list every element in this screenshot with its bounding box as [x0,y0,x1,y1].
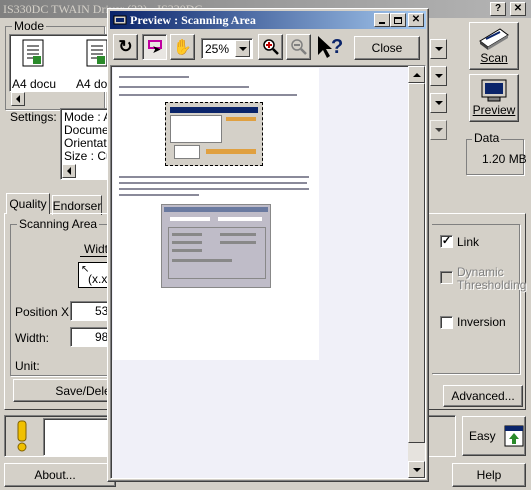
document-icon [86,39,108,67]
data-label: Data [472,131,502,145]
position-x-label: Position X: [15,305,73,319]
link-checkbox[interactable]: ✓ [440,235,453,248]
mode-scroll-left[interactable] [11,92,25,106]
data-value: 1.20 MB [482,152,527,166]
help-button[interactable]: Help [452,463,526,487]
close-icon[interactable]: ✕ [408,13,424,27]
dropdown-arrow[interactable] [430,120,447,140]
zoom-in-icon[interactable] [258,34,283,60]
mode-item[interactable]: A4 docu [12,37,58,91]
maximize-icon[interactable] [390,13,406,27]
width-label: Widt [84,242,108,256]
inversion-label: Inversion [457,315,506,329]
scroll-down-icon[interactable] [408,461,425,478]
checkmark-icon: ✓ [441,235,452,247]
easy-button[interactable]: Easy [462,416,526,456]
screenshot-thumbnail [165,102,263,166]
close-button[interactable]: Close [354,36,420,60]
dropdown-arrow[interactable] [430,93,447,113]
select-area-icon[interactable]: ➤ [142,34,167,60]
preview-page[interactable] [113,68,319,360]
width-field-label: Width: [15,331,50,345]
mode-item-label: A4 docu [76,77,108,91]
preview-toolbar: ↻ ➤ ✋ 25% ? Close [110,31,426,65]
context-help-icon[interactable]: ? [314,33,344,61]
monitor-icon [481,79,507,102]
settings-scroll-left[interactable] [62,164,76,178]
preview-window: Preview : Scanning Area ✕ ↻ ➤ ✋ 25% ? Cl… [107,8,429,482]
chevron-down-icon[interactable] [235,40,250,57]
easy-mode-icon [504,425,524,447]
settings-line: Orientatio [64,136,112,150]
settings-line: Size : Cu [64,149,112,163]
hand-pan-icon[interactable]: ✋ [170,34,195,60]
settings-line: Mode : A [64,110,112,124]
mode-label: Mode [12,19,47,33]
document-icon [22,39,44,67]
preview-title: Preview : Scanning Area [130,13,256,27]
close-icon[interactable]: ✕ [510,2,526,16]
preview-title-bar[interactable]: Preview : Scanning Area ✕ [110,11,426,29]
link-label: Link [457,235,480,249]
width-arrow [80,256,110,257]
dialog-thumbnail [161,204,271,288]
dropdown-arrow[interactable] [430,39,447,59]
minimize-icon[interactable] [374,13,390,27]
tab-endorser[interactable]: Endorser [52,195,102,215]
settings-line: Documen [64,123,112,137]
message-box [43,418,113,456]
save-delete-button[interactable]: Save/Dele [13,379,113,402]
mode-list[interactable]: A4 docu A4 docu [9,34,109,92]
mode-item-label: A4 docu [12,77,57,91]
app-icon [113,15,127,25]
dynamic-thresholding-checkbox[interactable] [440,271,453,284]
dropdown-arrow[interactable] [430,66,447,86]
zoom-select[interactable]: 25% [201,38,253,59]
size-value: (x.x [88,272,108,286]
zoom-out-icon[interactable] [286,34,311,60]
vertical-scrollbar[interactable] [408,66,425,478]
advanced-button[interactable]: Advanced... [443,385,523,407]
scroll-thumb[interactable] [408,83,425,443]
exclamation-icon [17,420,27,452]
position-x-input[interactable]: 53 [70,301,112,321]
settings-label: Settings: [10,110,57,124]
mode-item[interactable]: A4 docu [76,37,108,91]
preview-viewport [110,65,426,479]
preview-button[interactable]: Preview [469,74,519,122]
dynamic-thresholding-label: Dynamic Thresholding [457,265,527,292]
svg-text:?: ? [331,36,343,58]
rotate-icon[interactable]: ↻ [113,34,138,60]
scan-button[interactable]: Scan [469,22,519,70]
width-input[interactable]: 98 [70,327,112,347]
about-button[interactable]: About... [4,463,116,487]
scroll-up-icon[interactable] [408,66,425,83]
inversion-checkbox[interactable] [440,316,453,329]
unit-label: Unit: [15,359,40,373]
scanning-area-label: Scanning Area [17,217,100,231]
scanner-icon [479,28,509,50]
help-title-button[interactable]: ? [490,2,506,16]
tab-quality[interactable]: Quality [6,193,50,214]
